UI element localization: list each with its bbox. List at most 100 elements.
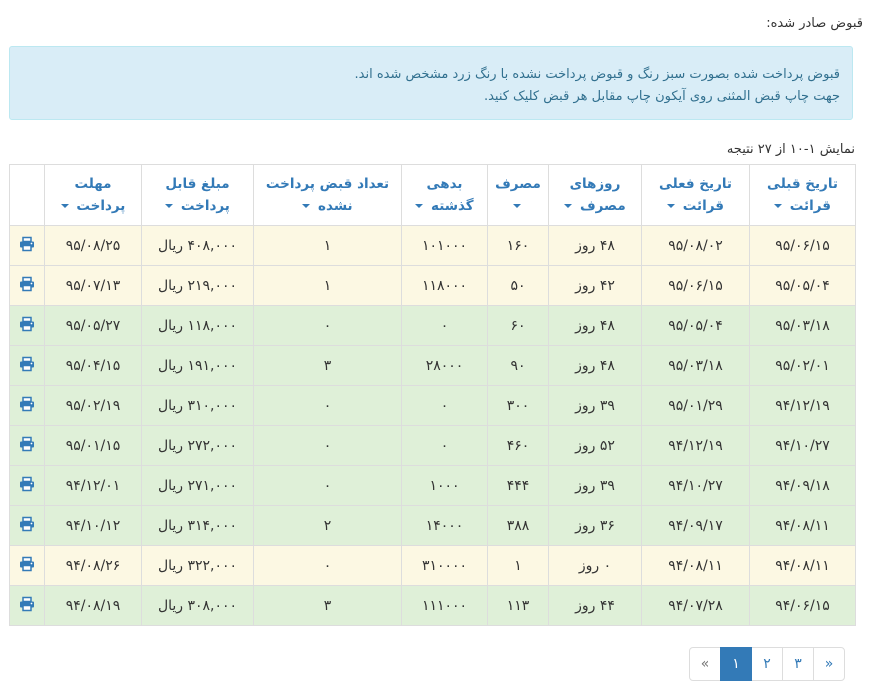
results-summary: نمایش ۱-۱۰ از ۲۷ نتیجه: [726, 142, 855, 157]
cell-curr-date: ۹۴/۰۹/۱۷: [641, 505, 750, 546]
sort-usage[interactable]: مصرف: [487, 164, 549, 226]
alert-line-2: جهت چاپ قبض المثنی روی آیکون چاپ مقابل ه…: [483, 89, 840, 104]
table-row: ۹۴/۰۸/۱۱ ۹۴/۰۹/۱۷ ۳۶ روز ۳۸۸ ۱۴۰۰۰ ۲ ۳۱۴,۰۰۰ ر…: [9, 505, 856, 546]
cell-curr-date: ۹۵/۰۶/۱۵: [641, 265, 750, 306]
print-button[interactable]: [9, 505, 45, 546]
caret-down-icon: [564, 204, 573, 208]
pagination-next[interactable]: »: [813, 647, 845, 681]
print-button[interactable]: [9, 545, 45, 586]
cell-amount: ۱۹۱,۰۰۰ ریال: [141, 345, 254, 386]
print-icon: [19, 516, 35, 536]
cell-unpaid-count: ۳: [253, 345, 402, 386]
cell-unpaid-count: ۰: [253, 305, 402, 346]
cell-days: ۳۹ روز: [548, 385, 642, 426]
cell-amount: ۳۱۴,۰۰۰ ریال: [141, 505, 254, 546]
pagination-page-2[interactable]: ۲: [751, 647, 783, 681]
cell-usage: ۳۸۸: [487, 505, 549, 546]
print-button[interactable]: [9, 265, 45, 306]
caret-down-icon: [60, 204, 69, 208]
cell-unpaid-count: ۰: [253, 545, 402, 586]
table-row: ۹۵/۰۶/۱۵ ۹۵/۰۸/۰۲ ۴۸ روز ۱۶۰ ۱۰۱۰۰۰ ۱ ۴۰۸,۰۰۰ …: [9, 225, 856, 266]
cell-debt: ۳۱۰۰۰۰: [401, 545, 488, 586]
bills-table: تاریخ قبلی قرائت تاریخ فعلی قرائت روزهای مص…: [9, 164, 856, 626]
cell-unpaid-count: ۲: [253, 505, 402, 546]
print-button[interactable]: [9, 385, 45, 426]
cell-amount: ۳۲۲,۰۰۰ ریال: [141, 545, 254, 586]
table-row: ۹۴/۱۰/۲۷ ۹۴/۱۲/۱۹ ۵۲ روز ۴۶۰ ۰ ۰ ۲۷۲,۰۰۰ ریال ۹…: [9, 425, 856, 466]
table-row: ۹۴/۰۶/۱۵ ۹۴/۰۷/۲۸ ۴۴ روز ۱۱۳ ۱۱۱۰۰۰ ۳ ۳۰۸,۰۰۰ …: [9, 585, 856, 626]
print-button[interactable]: [9, 225, 45, 266]
cell-debt: ۱۴۰۰۰: [401, 505, 488, 546]
cell-usage: ۴۶۰: [487, 425, 549, 466]
pagination-page-1[interactable]: ۱: [720, 647, 752, 681]
cell-prev-date: ۹۴/۱۲/۱۹: [749, 385, 856, 426]
cell-deadline: ۹۵/۰۵/۲۷: [44, 305, 142, 346]
print-icon: [19, 316, 35, 336]
cell-curr-date: ۹۵/۰۸/۰۲: [641, 225, 750, 266]
cell-debt: ۰: [401, 425, 488, 466]
print-button[interactable]: [9, 425, 45, 466]
cell-days: ۴۸ روز: [548, 345, 642, 386]
cell-debt: ۰: [401, 305, 488, 346]
cell-unpaid-count: ۳: [253, 585, 402, 626]
alert-line-1: قبوض پرداخت شده بصورت سبز رنگ و قبوض پرد…: [354, 67, 840, 82]
cell-days: ۴۸ روز: [548, 225, 642, 266]
cell-deadline: ۹۵/۰۴/۱۵: [44, 345, 142, 386]
cell-debt: ۱۱۸۰۰۰: [401, 265, 488, 306]
cell-amount: ۳۱۰,۰۰۰ ریال: [141, 385, 254, 426]
print-icon: [19, 556, 35, 576]
sort-amount[interactable]: مبلغ قابل پرداخت: [141, 164, 254, 226]
cell-usage: ۱: [487, 545, 549, 586]
cell-curr-date: ۹۴/۱۲/۱۹: [641, 425, 750, 466]
cell-usage: ۹۰: [487, 345, 549, 386]
cell-deadline: ۹۵/۰۲/۱۹: [44, 385, 142, 426]
cell-prev-date: ۹۵/۰۳/۱۸: [749, 305, 856, 346]
cell-days: ۵۲ روز: [548, 425, 642, 466]
sort-days[interactable]: روزهای مصرف: [548, 164, 642, 226]
table-row: ۹۴/۱۲/۱۹ ۹۵/۰۱/۲۹ ۳۹ روز ۳۰۰ ۰ ۰ ۳۱۰,۰۰۰ ریال ۹…: [9, 385, 856, 426]
cell-unpaid-count: ۰: [253, 465, 402, 506]
cell-prev-date: ۹۵/۰۶/۱۵: [749, 225, 856, 266]
caret-down-icon: [302, 204, 311, 208]
pagination-page-3[interactable]: ۳: [782, 647, 814, 681]
cell-usage: ۱۶۰: [487, 225, 549, 266]
cell-amount: ۲۱۹,۰۰۰ ریال: [141, 265, 254, 306]
cell-deadline: ۹۴/۰۸/۲۶: [44, 545, 142, 586]
cell-days: ۴۴ روز: [548, 585, 642, 626]
table-row: ۹۵/۰۳/۱۸ ۹۵/۰۵/۰۴ ۴۸ روز ۶۰ ۰ ۰ ۱۱۸,۰۰۰ ریال ۹۵…: [9, 305, 856, 346]
cell-amount: ۴۰۸,۰۰۰ ریال: [141, 225, 254, 266]
cell-amount: ۲۷۱,۰۰۰ ریال: [141, 465, 254, 506]
cell-curr-date: ۹۵/۰۵/۰۴: [641, 305, 750, 346]
print-button[interactable]: [9, 585, 45, 626]
info-alert: قبوض پرداخت شده بصورت سبز رنگ و قبوض پرد…: [9, 46, 853, 120]
cell-deadline: ۹۴/۰۸/۱۹: [44, 585, 142, 626]
cell-amount: ۲۷۲,۰۰۰ ریال: [141, 425, 254, 466]
header-row: تاریخ قبلی قرائت تاریخ فعلی قرائت روزهای مص…: [9, 164, 856, 226]
pagination-prev[interactable]: «: [689, 647, 721, 681]
pagination: « ۱ ۲ ۳ »: [689, 647, 845, 681]
caret-down-icon: [415, 204, 424, 208]
cell-prev-date: ۹۵/۰۲/۰۱: [749, 345, 856, 386]
print-column-header: [9, 164, 45, 226]
cell-debt: ۲۸۰۰۰: [401, 345, 488, 386]
sort-unpaid-count[interactable]: تعداد قبض پرداخت نشده: [253, 164, 402, 226]
cell-usage: ۳۰۰: [487, 385, 549, 426]
cell-prev-date: ۹۴/۰۸/۱۱: [749, 505, 856, 546]
sort-curr-date[interactable]: تاریخ فعلی قرائت: [641, 164, 750, 226]
cell-unpaid-count: ۰: [253, 425, 402, 466]
print-icon: [19, 276, 35, 296]
print-button[interactable]: [9, 305, 45, 346]
sort-deadline[interactable]: مهلت پرداخت: [44, 164, 142, 226]
cell-deadline: ۹۴/۱۰/۱۲: [44, 505, 142, 546]
table-row: ۹۴/۰۹/۱۸ ۹۴/۱۰/۲۷ ۳۹ روز ۴۴۴ ۱۰۰۰ ۰ ۲۷۱,۰۰۰ ری…: [9, 465, 856, 506]
sort-debt[interactable]: بدهی گذشته: [401, 164, 488, 226]
cell-days: ۴۸ روز: [548, 305, 642, 346]
sort-prev-date[interactable]: تاریخ قبلی قرائت: [749, 164, 856, 226]
print-button[interactable]: [9, 465, 45, 506]
cell-usage: ۵۰: [487, 265, 549, 306]
cell-prev-date: ۹۴/۰۸/۱۱: [749, 545, 856, 586]
print-button[interactable]: [9, 345, 45, 386]
table-row: ۹۵/۰۵/۰۴ ۹۵/۰۶/۱۵ ۴۲ روز ۵۰ ۱۱۸۰۰۰ ۱ ۲۱۹,۰۰۰ ر…: [9, 265, 856, 306]
cell-days: ۴۲ روز: [548, 265, 642, 306]
cell-amount: ۳۰۸,۰۰۰ ریال: [141, 585, 254, 626]
